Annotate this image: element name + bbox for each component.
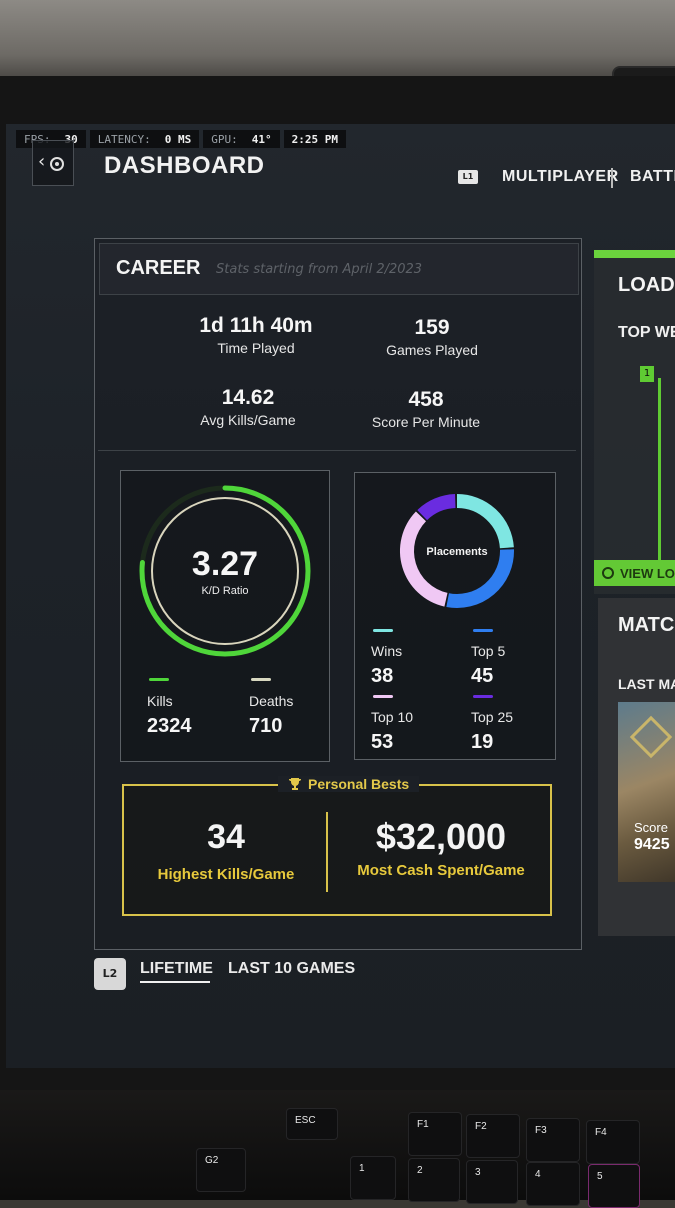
- stat-value: 159: [414, 316, 450, 339]
- keyboard-key-2: 2: [408, 1158, 460, 1202]
- personal-bests-title: Personal Bests: [308, 776, 410, 792]
- stat-value: 458: [408, 388, 444, 411]
- stat-score-per-minute: 458 Score Per Minute: [326, 388, 526, 430]
- loadout-panel[interactable]: LOAD TOP WE 1: [594, 250, 675, 594]
- wins-legend-dash: [373, 629, 393, 632]
- last-match-thumbnail[interactable]: Score 9425: [618, 702, 675, 882]
- kd-label: K/D Ratio: [201, 585, 248, 597]
- placement-segment-top-25: [417, 494, 456, 521]
- placements-card: Placements Wins 38 Top 5 45 Top 10 53 To…: [354, 472, 556, 760]
- view-loadout-label: VIEW LO: [620, 565, 675, 581]
- deaths-label: Deaths: [249, 693, 294, 709]
- clock-time: 2:25 PM: [291, 132, 338, 146]
- kills-label: Kills: [147, 693, 173, 709]
- match-panel[interactable]: MATC LAST MAT Score 9425: [598, 598, 675, 936]
- wins-label: Wins: [371, 643, 403, 659]
- keyboard-key-3: 3: [466, 1160, 518, 1204]
- last-match-label: LAST MAT: [618, 676, 675, 692]
- keyboard-key-5: 5: [588, 1164, 640, 1208]
- personal-bests-header: Personal Bests: [278, 776, 420, 792]
- keyboard-key-4: 4: [526, 1162, 580, 1206]
- active-tab-underline: [140, 981, 210, 983]
- career-title: CAREER: [116, 257, 201, 279]
- page-title: DASHBOARD: [104, 152, 265, 179]
- career-header: CAREER Stats starting from April 2/2023: [99, 243, 579, 295]
- stat-label: Games Played: [386, 342, 478, 358]
- stat-avg-kills: 14.62 Avg Kills/Game: [148, 386, 348, 428]
- stat-games-played: 159 Games Played: [332, 316, 532, 358]
- most-cash-value: $32,000: [375, 816, 507, 857]
- kd-ratio-card: 3.27 K/D Ratio Kills 2324 Deaths 710: [120, 470, 330, 762]
- match-title: MATC: [618, 614, 675, 636]
- tab-last-10-games[interactable]: LAST 10 GAMES: [228, 960, 355, 978]
- deaths-value: 710: [249, 715, 283, 737]
- placements-title: Placements: [426, 546, 487, 558]
- wins-value: 38: [371, 665, 394, 687]
- highest-kills-label: Highest Kills/Game: [157, 866, 295, 883]
- latency-readout: LATENCY: 0 MS: [89, 130, 200, 148]
- stat-label: Score Per Minute: [371, 414, 481, 430]
- loadout-title: LOAD: [618, 274, 675, 296]
- keyboard-key-f1: F1: [408, 1112, 462, 1156]
- top10-legend-dash: [373, 695, 393, 698]
- gpu-label: GPU:: [211, 132, 238, 146]
- highest-kills-value: 34: [207, 818, 245, 856]
- top5-legend-dash: [473, 629, 493, 632]
- l2-trigger-icon: L2: [94, 958, 126, 990]
- gpu-readout: GPU: 41°: [203, 130, 280, 148]
- rank-tag: 1: [640, 366, 654, 382]
- keyboard-key-1: 1: [350, 1156, 396, 1200]
- trophy-icon: [289, 778, 301, 790]
- close-circle-icon: [602, 567, 614, 579]
- view-loadout-button[interactable]: VIEW LO: [594, 560, 675, 586]
- stat-time-played: 1d 11h 40m Time Played: [156, 314, 356, 356]
- placements-donut: Placements: [400, 494, 514, 608]
- back-button[interactable]: ‹: [32, 140, 74, 186]
- most-cash-label: Most Cash Spent/Game: [357, 862, 525, 879]
- stat-value: 1d 11h 40m: [199, 314, 313, 337]
- placement-segment-wins: [456, 494, 514, 549]
- stat-value: 14.62: [221, 386, 275, 409]
- tab-lifetime[interactable]: LIFETIME: [140, 960, 213, 978]
- tab-divider: [611, 168, 613, 188]
- career-subtitle: Stats starting from April 2/2023: [216, 262, 423, 277]
- kills-legend-dash: [149, 678, 169, 681]
- latency-value: 0 MS: [164, 132, 192, 146]
- top5-value: 45: [471, 665, 494, 687]
- tab-battle-royale[interactable]: BATTL: [630, 168, 675, 186]
- tab-multiplayer[interactable]: MULTIPLAYER: [502, 168, 619, 186]
- kd-ring-graphic: 3.27 K/D Ratio: [139, 485, 311, 657]
- rank-emblem-icon: [629, 715, 673, 759]
- top10-label: Top 10: [371, 709, 414, 725]
- l1-bumper-icon: L1: [458, 170, 478, 184]
- kd-value: 3.27: [192, 545, 258, 583]
- top25-value: 19: [471, 731, 494, 753]
- score-label: Score: [634, 820, 668, 835]
- top-weapons-label: TOP WE: [618, 324, 675, 341]
- top25-legend-dash: [473, 695, 493, 698]
- clock-readout: 2:25 PM: [283, 130, 346, 148]
- ring-icon: [50, 157, 64, 171]
- keyboard-key-esc: ESC: [286, 1108, 338, 1140]
- keyboard-key-f4: F4: [586, 1120, 640, 1164]
- stat-label: Avg Kills/Game: [200, 412, 296, 428]
- stat-label: Time Played: [217, 340, 295, 356]
- keyboard-key-g2: G2: [196, 1148, 246, 1192]
- game-screen: FPS: 30 LATENCY: 0 MS GPU: 41° 2:25 PM ‹…: [6, 124, 675, 1068]
- latency-label: LATENCY:: [97, 132, 151, 146]
- chevron-left-icon: ‹: [38, 151, 46, 172]
- keyboard-key-f2: F2: [466, 1114, 520, 1158]
- placement-segment-top-10: [400, 511, 448, 607]
- kills-value: 2324: [147, 715, 192, 737]
- score-value: 9425: [634, 836, 670, 853]
- top25-label: Top 25: [471, 709, 514, 725]
- top5-label: Top 5: [471, 643, 506, 659]
- gpu-value: 41°: [251, 132, 272, 146]
- personal-bests-divider: [326, 812, 328, 892]
- keyboard-key-f3: F3: [526, 1118, 580, 1162]
- deaths-legend-dash: [251, 678, 271, 681]
- rank-accent-line: [658, 378, 661, 576]
- top10-value: 53: [371, 731, 394, 753]
- career-divider: [98, 450, 576, 451]
